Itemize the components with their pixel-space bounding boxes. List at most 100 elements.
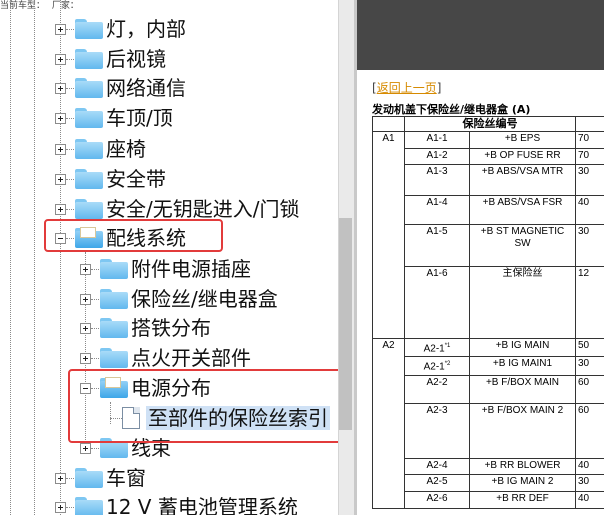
expand-icon[interactable] bbox=[80, 263, 91, 275]
highlight-box-wiring-system bbox=[44, 219, 223, 252]
tree-item-interior-lights[interactable]: 灯，内部 bbox=[55, 16, 186, 42]
tree-item-label: 点火开关部件 bbox=[131, 346, 251, 370]
table-cell-id: A2-4 bbox=[404, 457, 470, 475]
folder-icon bbox=[99, 317, 129, 339]
expand-icon[interactable] bbox=[55, 501, 66, 513]
tree-item-roof[interactable]: 车顶/顶 bbox=[55, 105, 173, 131]
table-title: 发动机盖下保险丝/继电器盒 (A) bbox=[372, 103, 531, 116]
content-pane: [返回上一页] 发动机盖下保险丝/继电器盒 (A) 保险丝编号 A1 A1-1 … bbox=[357, 0, 604, 515]
table-group-cell: A1 bbox=[372, 131, 405, 339]
document-view: [返回上一页] 发动机盖下保险丝/继电器盒 (A) 保险丝编号 A1 A1-1 … bbox=[357, 70, 604, 515]
table-cell-id: A2-5 bbox=[404, 473, 470, 492]
table-cell-name: +B ABS/VSA MTR bbox=[469, 164, 576, 196]
table-cell-name: +B IG MAIN 2 bbox=[469, 473, 576, 492]
tree-item-label: 保险丝/继电器盒 bbox=[131, 287, 278, 311]
table-cell-name: 主保险丝 bbox=[469, 266, 576, 339]
expand-icon[interactable] bbox=[55, 173, 66, 185]
tree-item-label: 座椅 bbox=[106, 137, 146, 161]
table-cell-amp: 30 bbox=[575, 224, 604, 267]
vehicle-label: 当前车型： bbox=[0, 1, 46, 11]
table-cell-id: A2-6 bbox=[404, 490, 470, 509]
expand-icon[interactable] bbox=[55, 143, 66, 155]
table-cell-name: +B RR BLOWER bbox=[469, 457, 576, 475]
vehicle-info-bar: 当前车型： 厂家： bbox=[0, 0, 83, 11]
tree-item-label: 安全/无钥匙进入/门锁 bbox=[106, 197, 300, 221]
folder-icon bbox=[99, 258, 129, 280]
tree-item-network[interactable]: 网络通信 bbox=[55, 75, 186, 101]
expand-icon[interactable] bbox=[55, 203, 66, 215]
maker-label: 厂家： bbox=[51, 1, 79, 11]
table-cell-name: +B RR DEF bbox=[469, 490, 576, 509]
expand-icon[interactable] bbox=[55, 23, 66, 35]
tree-item-mirrors[interactable]: 后视镜 bbox=[55, 46, 166, 72]
tree-item-ground-distribution[interactable]: 搭铁分布 bbox=[80, 315, 211, 341]
table-cell-amp: 40 bbox=[575, 490, 604, 509]
tree-item-ignition-switch[interactable]: 点火开关部件 bbox=[80, 345, 251, 371]
tree-item-label: 车顶/顶 bbox=[106, 106, 173, 130]
folder-icon bbox=[74, 168, 104, 190]
tree-item-label: 网络通信 bbox=[106, 76, 186, 100]
tree-item-windows[interactable]: 车窗 bbox=[55, 465, 146, 491]
expand-icon[interactable] bbox=[55, 472, 66, 484]
table-cell-amp: 60 bbox=[575, 402, 604, 459]
bracket-close: ] bbox=[436, 81, 442, 95]
table-cell-id: A1-2 bbox=[404, 148, 470, 165]
table-cell-name: +B OP FUSE RR bbox=[469, 148, 576, 165]
expand-icon[interactable] bbox=[80, 293, 91, 305]
folder-icon bbox=[99, 347, 129, 369]
expand-icon[interactable] bbox=[55, 82, 66, 94]
expand-icon[interactable] bbox=[80, 442, 91, 454]
expand-icon[interactable] bbox=[55, 112, 66, 124]
table-cell-amp: 12 bbox=[575, 266, 604, 339]
expand-icon[interactable] bbox=[80, 352, 91, 364]
table-cell-amp: 70 bbox=[575, 131, 604, 149]
back-link-wrapper: [返回上一页] bbox=[372, 79, 441, 96]
tree-item-seats[interactable]: 座椅 bbox=[55, 136, 146, 162]
table-cell-name: +B EPS bbox=[469, 131, 576, 149]
fuse-table: 保险丝编号 A1 A1-1 +B EPS 70 A1-2 +B OP FUSE … bbox=[372, 116, 604, 509]
tree-item-label: 车窗 bbox=[106, 466, 146, 490]
fuse-id: A2-1 bbox=[423, 361, 445, 373]
folder-icon bbox=[99, 288, 129, 310]
table-cell-name: +B ABS/VSA FSR bbox=[469, 195, 576, 225]
table-cell-name: +B IG MAIN bbox=[469, 337, 576, 358]
tree-item-seatbelts[interactable]: 安全带 bbox=[55, 166, 166, 192]
folder-icon bbox=[74, 138, 104, 160]
table-cell-amp: 50 bbox=[575, 337, 604, 358]
expand-icon[interactable] bbox=[80, 322, 91, 334]
back-link[interactable]: 返回上一页 bbox=[377, 81, 437, 95]
table-cell-id: A1-3 bbox=[404, 164, 470, 196]
table-cell-id: A1-4 bbox=[404, 195, 470, 225]
table-cell-amp: 30 bbox=[575, 473, 604, 492]
folder-icon bbox=[74, 467, 104, 489]
table-cell-amp: 40 bbox=[575, 195, 604, 225]
tree-guide-line bbox=[34, 0, 35, 515]
table-cell-name: +B IG MAIN1 bbox=[469, 356, 576, 376]
tree-scrollbar-thumb[interactable] bbox=[339, 218, 352, 430]
table-cell-amp: 70 bbox=[575, 148, 604, 165]
table-cell-id: A1-1 bbox=[404, 131, 470, 149]
table-cell-name: +B F/BOX MAIN bbox=[469, 374, 576, 404]
tree-item-accessory-socket[interactable]: 附件电源插座 bbox=[80, 256, 251, 282]
table-header-blank bbox=[372, 116, 405, 132]
folder-icon bbox=[74, 198, 104, 220]
fuse-id: A2-1 bbox=[423, 343, 445, 355]
table-cell-amp: 60 bbox=[575, 374, 604, 404]
tree-pane: 当前车型： 厂家： 灯，内部 后视镜 网络通信 车顶/顶 座椅 安全带 安全/无… bbox=[0, 0, 354, 515]
table-group-cell: A2 bbox=[372, 338, 405, 509]
folder-icon bbox=[74, 77, 104, 99]
table-header-fuse-number: 保险丝编号 bbox=[404, 116, 576, 132]
content-header-band bbox=[357, 0, 604, 70]
footnote-mark: *1 bbox=[444, 343, 451, 349]
expand-icon[interactable] bbox=[55, 53, 66, 65]
tree-item-label: 后视镜 bbox=[106, 47, 166, 71]
table-cell-amp: 30 bbox=[575, 356, 604, 376]
tree-item-battery-management[interactable]: 12 V 蓄电池管理系统 bbox=[55, 494, 298, 515]
table-cell-id: A2-1*1 bbox=[404, 337, 470, 358]
tree-item-label: 12 V 蓄电池管理系统 bbox=[106, 495, 298, 515]
tree-item-label: 搭铁分布 bbox=[131, 316, 211, 340]
tree-item-fuse-relay-box[interactable]: 保险丝/继电器盒 bbox=[80, 286, 278, 312]
folder-icon bbox=[74, 48, 104, 70]
table-cell-id: A2-3 bbox=[404, 402, 470, 459]
table-cell-name: +B ST MAGNETIC SW bbox=[469, 224, 576, 267]
